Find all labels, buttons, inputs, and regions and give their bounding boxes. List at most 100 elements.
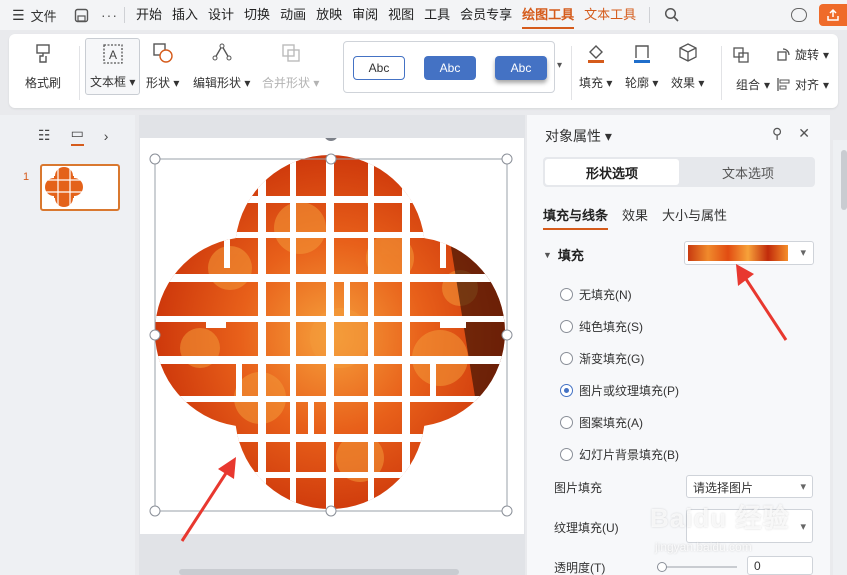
panel-title: 对象属性 (545, 128, 601, 144)
merge-shape-button[interactable]: 合并形状 ▾ (262, 40, 319, 91)
merge-shape-icon (281, 44, 300, 62)
share-icon (827, 8, 839, 21)
tab-insert[interactable]: 插入 (167, 0, 203, 30)
collapse-panel-icon[interactable]: › (104, 128, 109, 144)
edit-shape-icon (212, 43, 232, 61)
fill-button[interactable]: 填充 ▾ (579, 40, 612, 91)
rotate-handle[interactable] (324, 127, 338, 141)
tab-size-properties[interactable]: 大小与属性 (662, 205, 727, 224)
outline-view-icon[interactable]: ☷ (38, 127, 51, 144)
horizontal-scrollbar[interactable] (139, 569, 525, 575)
radio-no-fill[interactable]: 无填充(N) (560, 286, 632, 303)
align-button[interactable]: 对齐 ▾ (776, 76, 829, 93)
group-dropdown[interactable]: 组合 ▾ (736, 76, 770, 93)
close-icon[interactable]: ✕ (798, 125, 810, 142)
group-button[interactable] (732, 46, 750, 64)
slide-thumbnail[interactable] (40, 164, 120, 211)
tab-text-tools[interactable]: 文本工具 (579, 0, 641, 30)
pin-icon[interactable]: ⚲ (772, 125, 782, 142)
cloud-icon[interactable] (791, 8, 807, 22)
textbox-button[interactable]: A 文本框 ▾ (85, 38, 141, 95)
tab-drawing-tools[interactable]: 绘图工具 (517, 0, 579, 30)
tab-slideshow[interactable]: 放映 (311, 0, 347, 30)
outline-label: 轮廓 (625, 76, 650, 90)
radio-gradient-fill[interactable]: 渐变填充(G) (560, 350, 644, 367)
shape-icon (152, 43, 173, 63)
rotate-icon (777, 48, 790, 61)
file-menu[interactable]: ☰ 文件 (0, 6, 66, 25)
effect-label: 效果 (671, 76, 696, 90)
radio-solid-fill[interactable]: 纯色填充(S) (560, 318, 643, 335)
picture-fill-select[interactable]: 请选择图片 ▾ (686, 475, 813, 498)
texture-fill-label: 纹理填充(U) (554, 521, 619, 535)
style-gallery-more-icon[interactable]: ▾ (557, 60, 562, 71)
radio-pattern-fill[interactable]: 图案填充(A) (560, 414, 643, 431)
radio-picture-texture-fill[interactable]: 图片或纹理填充(P) (560, 382, 679, 399)
radio-slide-background-fill[interactable]: 幻灯片背景填充(B) (560, 446, 679, 463)
brush-icon (36, 44, 50, 63)
transparency-input[interactable]: 0 (747, 556, 813, 575)
menu-bar: ☰ 文件 ··· 开始 插入 设计 切换 动画 放映 审阅 视图 工具 会员专享… (0, 0, 847, 30)
watermark-logo: Baidu 经验 (650, 503, 790, 533)
tab-animation[interactable]: 动画 (275, 0, 311, 30)
watermark-url: jingyan.baidu.com (655, 540, 752, 554)
save-icon[interactable] (74, 8, 89, 23)
annotation-arrow-fill (736, 264, 788, 341)
annotation-arrow-shape (180, 457, 236, 542)
tab-effects[interactable]: 效果 (622, 205, 648, 224)
panel-title-row[interactable]: 对象属性 ▾ (545, 126, 612, 146)
rotate-button[interactable]: 旋转 ▾ (776, 46, 829, 63)
svg-text:A: A (109, 48, 117, 62)
fill-bucket-icon (587, 45, 604, 63)
cube-icon (679, 43, 697, 62)
tab-fill-line[interactable]: 填充与线条 (543, 205, 609, 230)
tab-shape-options[interactable]: 形状选项 (545, 159, 679, 185)
tab-tools[interactable]: 工具 (419, 0, 455, 30)
transparency-slider[interactable] (657, 562, 737, 572)
ribbon-tabs: 开始 插入 设计 切换 动画 放映 审阅 视图 工具 会员专享 绘图工具 文本工… (131, 0, 641, 30)
tab-member[interactable]: 会员专享 (455, 0, 517, 30)
tab-design[interactable]: 设计 (203, 0, 239, 30)
style-option-1[interactable]: Abc (353, 56, 405, 80)
outline-icon (633, 45, 650, 63)
vertical-scrollbar[interactable] (833, 140, 847, 575)
shape-label: 形状 (146, 76, 171, 90)
tab-view[interactable]: 视图 (383, 0, 419, 30)
align-icon (777, 78, 790, 91)
style-option-3[interactable]: Abc (495, 56, 547, 80)
search-icon[interactable] (664, 7, 680, 23)
group-label: 组合 (736, 78, 761, 92)
picture-fill-label: 图片填充 (554, 481, 603, 495)
quick-access: ··· (74, 7, 118, 23)
style-option-2[interactable]: Abc (424, 56, 476, 80)
format-painter-button[interactable]: 格式刷 (25, 40, 61, 91)
fill-section-header[interactable]: ▼ 填充 (543, 245, 584, 264)
effect-button[interactable]: 效果 ▾ (671, 40, 704, 91)
more-icon[interactable]: ··· (101, 7, 118, 23)
rotate-label: 旋转 (795, 48, 820, 62)
tab-text-options[interactable]: 文本选项 (681, 157, 815, 187)
file-menu-label: 文件 (30, 8, 57, 24)
outline-button[interactable]: 轮廓 ▾ (625, 40, 658, 91)
textbox-icon: A (103, 44, 123, 64)
fill-texture-swatch (688, 245, 788, 261)
textbox-label: 文本框 (90, 75, 127, 89)
tab-review[interactable]: 审阅 (347, 0, 383, 30)
group-icon (733, 47, 749, 63)
slide-number: 1 (23, 171, 30, 183)
shape-style-gallery: Abc Abc Abc (343, 41, 555, 93)
fill-header-label: 填充 (557, 248, 584, 263)
edit-shape-label: 编辑形状 (193, 76, 242, 90)
edit-shape-button[interactable]: 编辑形状 ▾ (193, 40, 250, 91)
shape-button[interactable]: 形状 ▾ (146, 40, 179, 91)
tab-transition[interactable]: 切换 (239, 0, 275, 30)
chevron-down-icon: ▾ (800, 247, 806, 259)
share-button[interactable] (819, 4, 847, 26)
merge-shape-label: 合并形状 (262, 76, 311, 90)
slide-view-icon[interactable]: ▭ (70, 125, 84, 146)
transparency-label: 透明度(T) (554, 561, 606, 575)
format-painter-label: 格式刷 (25, 76, 62, 90)
picture-fill-value: 请选择图片 (693, 481, 754, 495)
menu-icon: ☰ (12, 6, 25, 23)
tab-home[interactable]: 开始 (131, 0, 167, 30)
